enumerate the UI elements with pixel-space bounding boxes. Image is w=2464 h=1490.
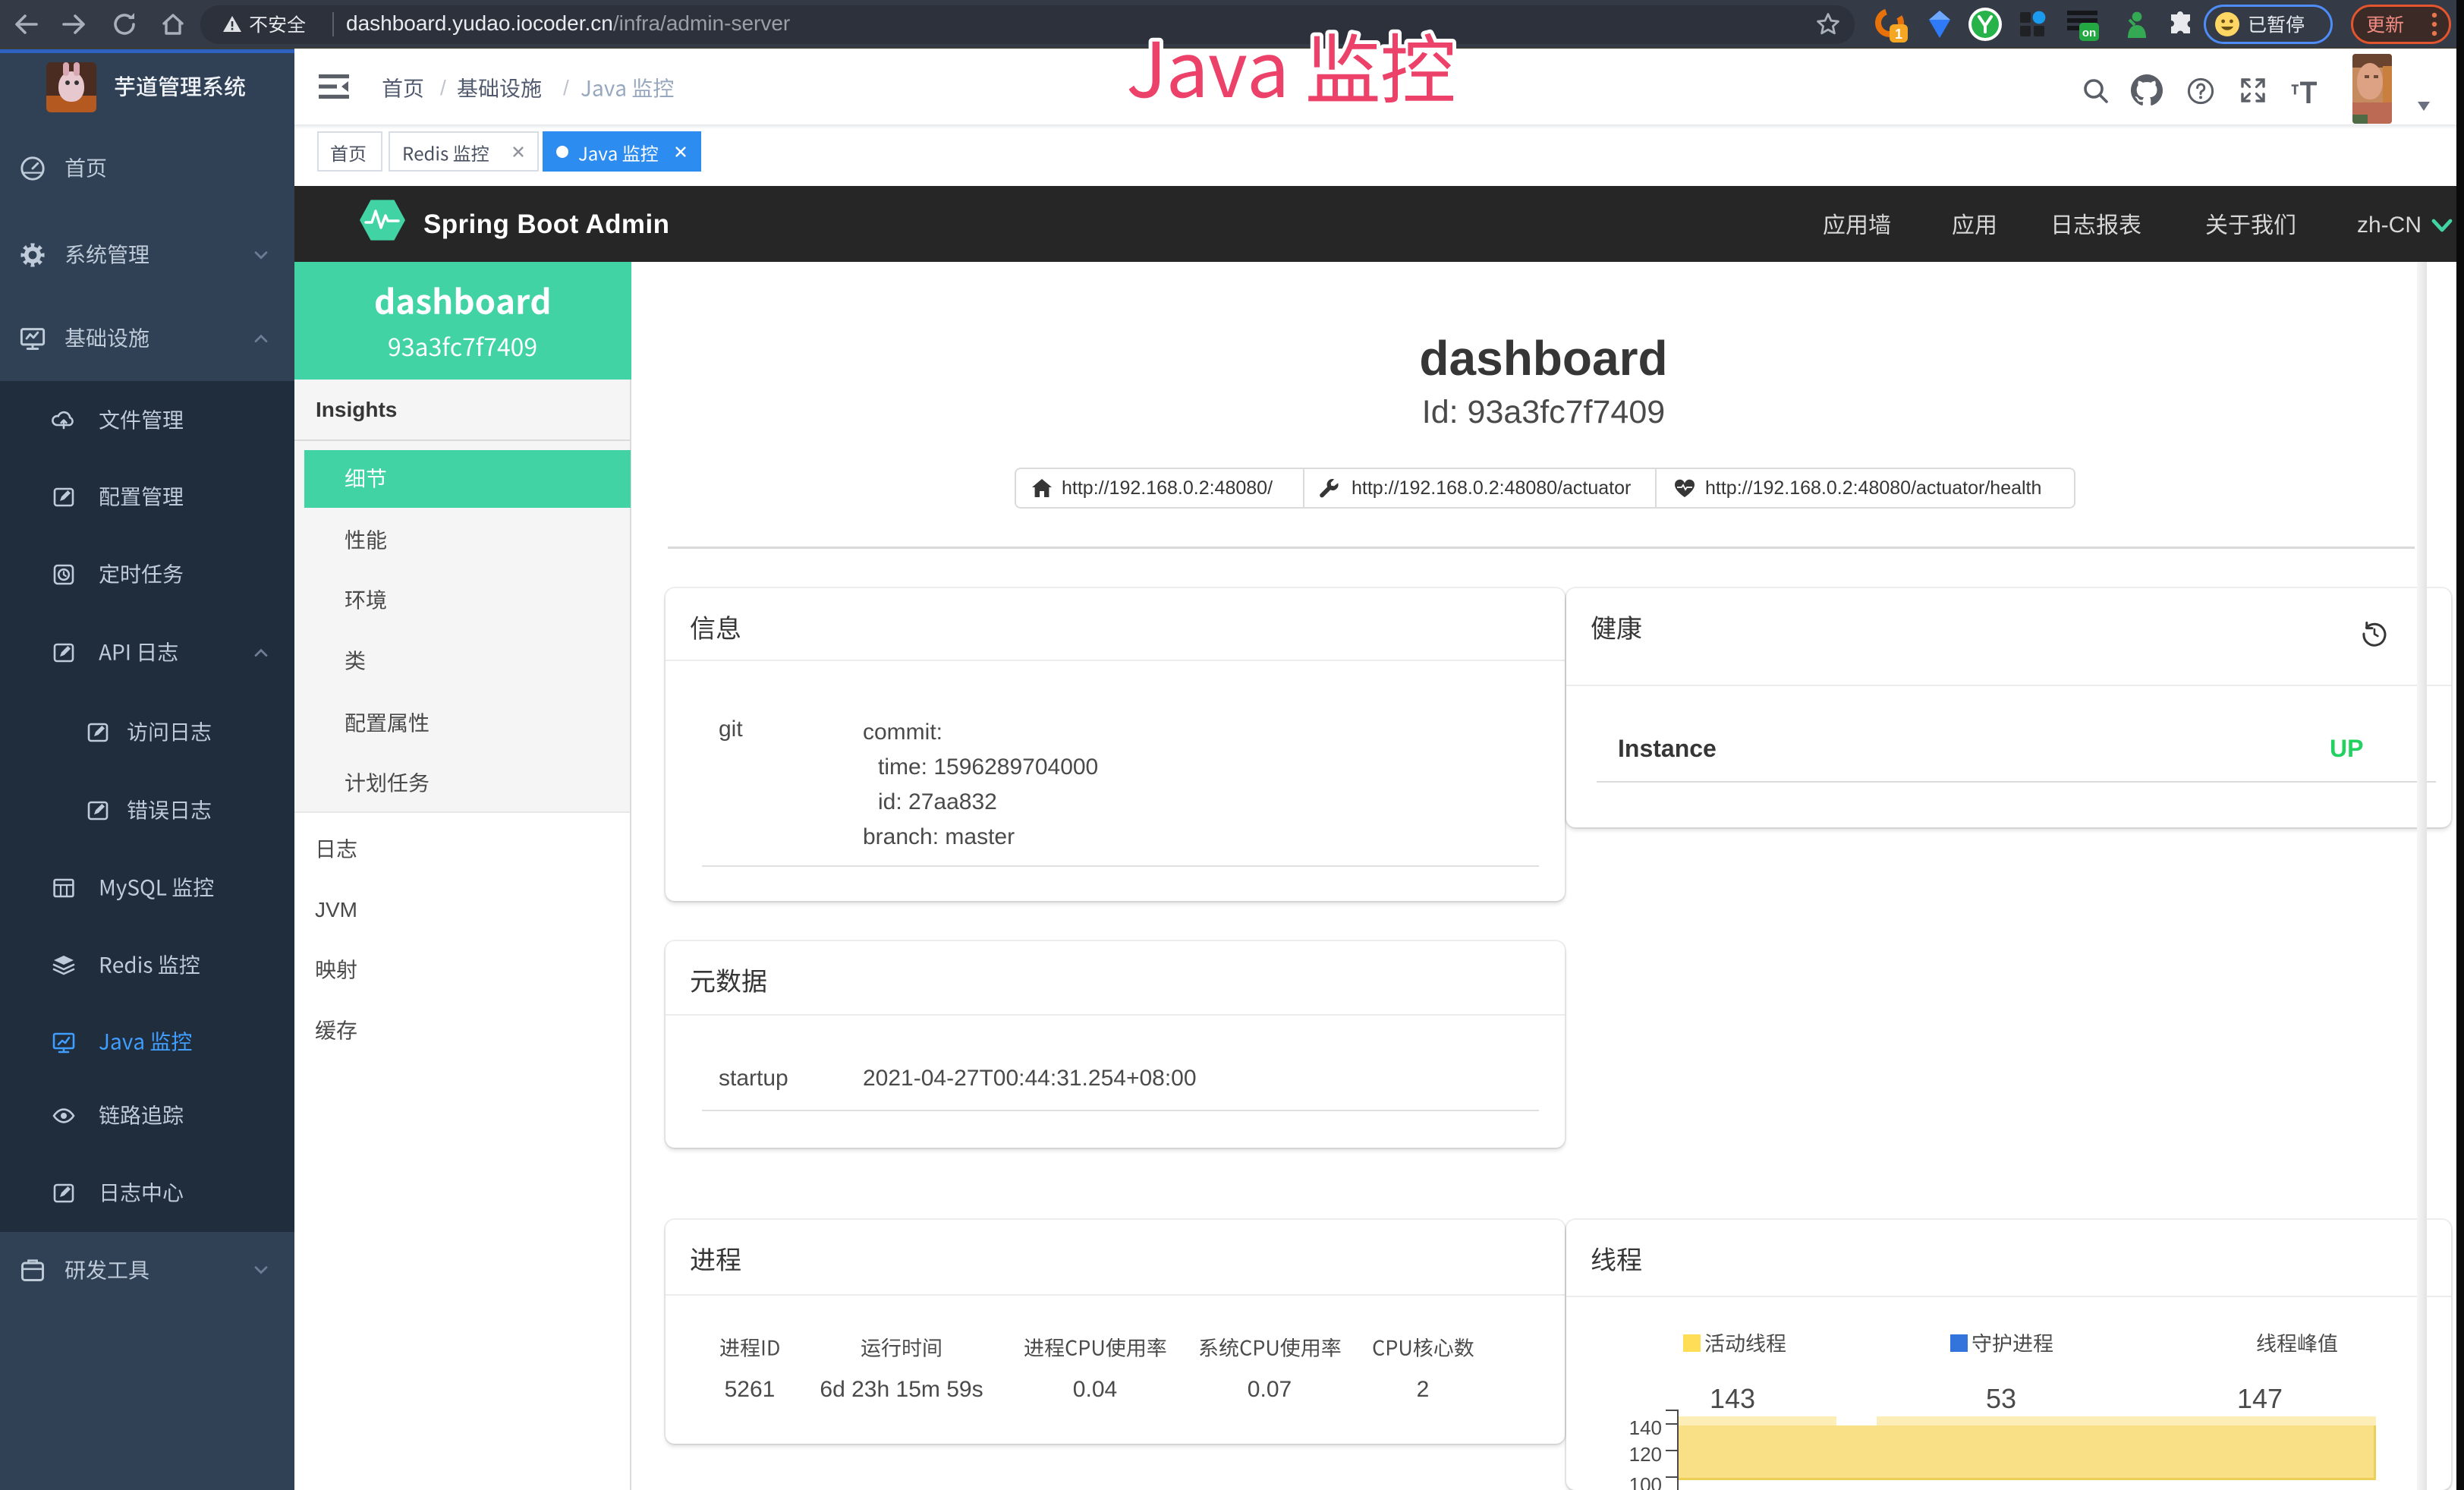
svg-text:1: 1 xyxy=(1895,27,1902,42)
svg-text:on: on xyxy=(2082,27,2096,39)
